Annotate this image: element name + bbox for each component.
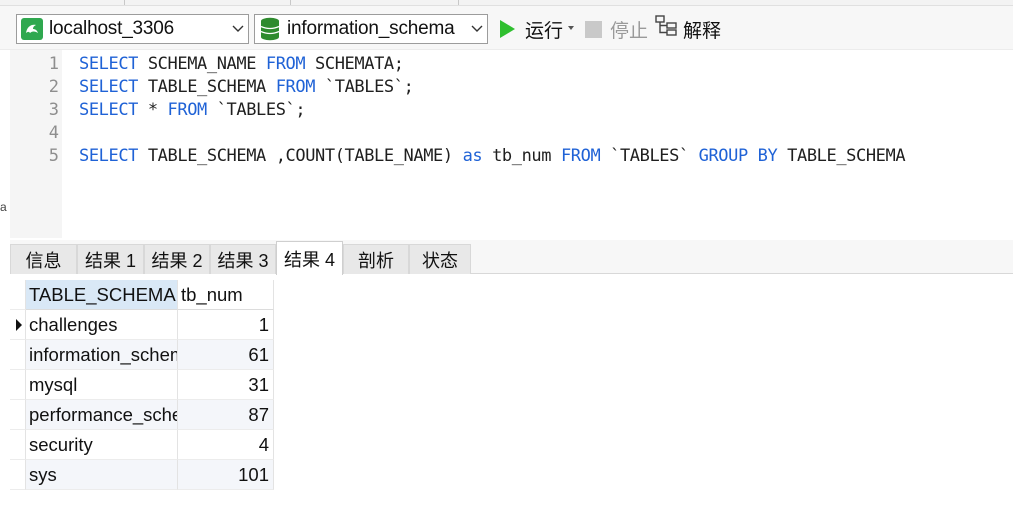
strip-divider xyxy=(290,0,291,5)
row-indicator xyxy=(10,370,26,400)
tab-info[interactable]: 信息 xyxy=(10,244,77,274)
sql-keyword: FROM xyxy=(275,77,316,97)
line-number: 5 xyxy=(48,146,59,166)
database-cylinder-icon xyxy=(259,17,281,41)
stop-square-icon xyxy=(585,20,602,38)
strip-divider xyxy=(124,0,125,5)
sql-text: TABLE_SCHEMA ,COUNT(TABLE_NAME) xyxy=(138,146,463,166)
row-indicator xyxy=(10,430,26,460)
sql-keyword: GROUP BY xyxy=(698,146,778,166)
run-dropdown-caret-icon[interactable] xyxy=(568,26,574,30)
sql-text: `TABLES`; xyxy=(206,100,306,120)
column-header-tb-num[interactable]: tb_num xyxy=(178,280,274,310)
explain-label: 解释 xyxy=(683,20,722,42)
sql-text: * xyxy=(138,100,168,120)
cell-tb-num[interactable]: 31 xyxy=(178,370,274,400)
sql-text: `TABLES` xyxy=(600,146,699,166)
line-number-gutter: 1 2 3 4 5 xyxy=(10,50,62,238)
query-toolbar: localhost_3306 information_schema 运行 停止 xyxy=(0,6,1013,50)
row-indicator xyxy=(10,310,26,340)
code-line: SELECT SCHEMA_NAME FROM SCHEMATA; xyxy=(79,54,404,74)
sql-text: `TABLES`; xyxy=(315,77,414,97)
cell-table-schema[interactable]: sys xyxy=(26,460,178,490)
cell-tb-num[interactable]: 1 xyxy=(178,310,274,340)
cell-tb-num[interactable]: 4 xyxy=(178,430,274,460)
line-number: 2 xyxy=(48,77,59,97)
sql-keyword: SELECT xyxy=(79,77,139,97)
database-select[interactable]: information_schema xyxy=(254,14,488,44)
line-number: 1 xyxy=(48,54,59,74)
sql-keyword: SELECT xyxy=(79,146,139,166)
sql-keyword: SELECT xyxy=(79,54,139,74)
sql-keyword: FROM xyxy=(167,100,208,120)
code-line: SELECT * FROM `TABLES`; xyxy=(79,100,306,120)
side-marker: a xyxy=(0,200,7,214)
tab-result-4[interactable]: 结果 4 xyxy=(276,241,343,275)
run-label: 运行 xyxy=(525,20,564,42)
tab-profile[interactable]: 剖析 xyxy=(343,244,409,274)
stop-button[interactable]: 停止 xyxy=(585,14,648,44)
run-button[interactable]: 运行 xyxy=(500,14,563,44)
cell-table-schema[interactable]: challenges xyxy=(26,310,178,340)
code-line: SELECT TABLE_SCHEMA FROM `TABLES`; xyxy=(79,77,414,97)
sql-text: SCHEMA_NAME xyxy=(138,54,266,74)
connection-select[interactable]: localhost_3306 xyxy=(16,14,249,44)
sql-text: SCHEMATA; xyxy=(305,54,404,74)
tab-result-3[interactable]: 结果 3 xyxy=(210,244,276,274)
row-indicator xyxy=(10,340,26,370)
mysql-dolphin-icon xyxy=(21,18,43,40)
sql-editor[interactable]: 1 2 3 4 5 SELECT SCHEMA_NAME FROM SCHEMA… xyxy=(10,50,1013,238)
cell-tb-num[interactable]: 87 xyxy=(178,400,274,430)
code-line: SELECT TABLE_SCHEMA ,COUNT(TABLE_NAME) a… xyxy=(79,146,906,166)
result-tab-bar: 信息 结果 1 结果 2 结果 3 结果 4 剖析 状态 xyxy=(10,240,1013,275)
column-header-table-schema[interactable]: TABLE_SCHEMA xyxy=(26,280,178,310)
line-number: 4 xyxy=(48,123,59,143)
stop-label: 停止 xyxy=(610,20,649,42)
sql-text: TABLE_SCHEMA xyxy=(777,146,906,166)
strip-divider xyxy=(458,0,459,5)
sql-keyword: FROM xyxy=(560,146,601,166)
cell-table-schema[interactable]: performance_schema xyxy=(26,400,178,430)
cell-table-schema[interactable]: security xyxy=(26,430,178,460)
row-indicator xyxy=(10,280,26,310)
cell-tb-num[interactable]: 101 xyxy=(178,460,274,490)
sql-keyword: SELECT xyxy=(79,100,139,120)
sql-keyword: FROM xyxy=(265,54,306,74)
tab-result-1[interactable]: 结果 1 xyxy=(77,244,144,274)
current-row-arrow-icon xyxy=(16,319,22,331)
chevron-down-icon xyxy=(228,25,248,33)
cell-table-schema[interactable]: mysql xyxy=(26,370,178,400)
line-number: 3 xyxy=(48,100,59,120)
cell-table-schema[interactable]: information_schema xyxy=(26,340,178,370)
explain-tree-icon xyxy=(655,15,679,43)
sql-text: tb_num xyxy=(482,146,561,166)
play-icon xyxy=(500,20,515,38)
sql-keyword: as xyxy=(462,146,483,166)
row-indicator xyxy=(10,400,26,430)
database-name: information_schema xyxy=(287,18,455,39)
sql-text: TABLE_SCHEMA xyxy=(138,77,276,97)
tab-result-2[interactable]: 结果 2 xyxy=(144,244,210,274)
cell-tb-num[interactable]: 61 xyxy=(178,340,274,370)
connection-name: localhost_3306 xyxy=(49,18,175,39)
chevron-down-icon xyxy=(467,25,487,33)
row-indicator xyxy=(10,460,26,490)
tab-status[interactable]: 状态 xyxy=(409,244,471,274)
explain-button[interactable]: 解释 xyxy=(655,14,721,44)
